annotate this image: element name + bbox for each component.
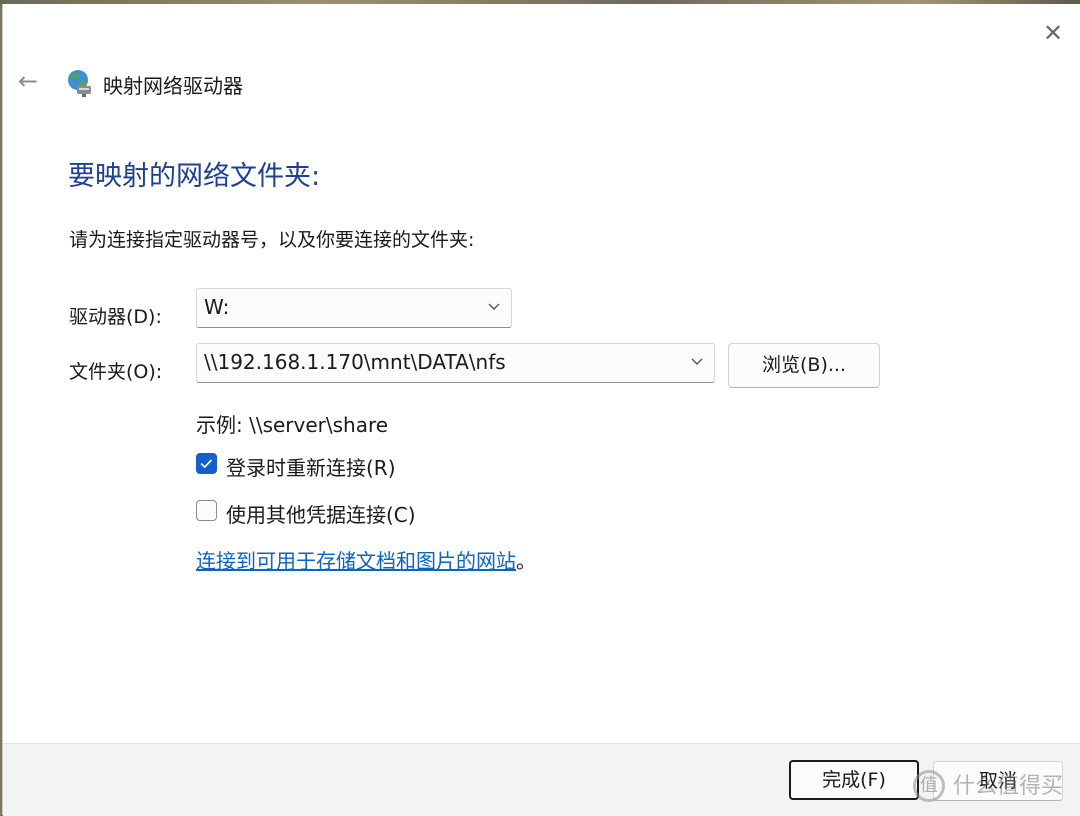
folder-label: 文件夹(O): <box>69 361 163 383</box>
checkmark-icon <box>200 459 213 469</box>
reconnect-label[interactable]: 登录时重新连接(R) <box>226 452 396 481</box>
storage-website-link[interactable]: 连接到可用于存储文档和图片的网站 <box>196 549 516 573</box>
map-network-drive-dialog: ✕ ← 映射网络驱动器 要映射的网络文件夹: 请为连接指定驱动器号，以及你要连接… <box>2 4 1080 816</box>
drive-label: 驱动器(D): <box>69 306 162 328</box>
example-hint: 示例: \\server\share <box>196 413 389 437</box>
link-suffix: 。 <box>516 549 536 573</box>
storage-website-link-row: 连接到可用于存储文档和图片的网站。 <box>196 545 536 574</box>
page-heading: 要映射的网络文件夹: <box>68 161 321 192</box>
finish-button[interactable]: 完成(F) <box>789 760 919 800</box>
browse-button[interactable]: 浏览(B)... <box>728 343 880 388</box>
watermark-text: 什么值得买 <box>953 774 1064 799</box>
reconnect-checkbox[interactable] <box>196 453 217 474</box>
window-title: 映射网络驱动器 <box>103 74 243 98</box>
folder-combobox[interactable]: \\192.168.1.170\mnt\DATA\nfs <box>196 343 715 383</box>
folder-input-value: \\192.168.1.170\mnt\DATA\nfs <box>204 350 506 374</box>
instruction-text: 请为连接指定驱动器号，以及你要连接的文件夹: <box>69 229 475 251</box>
network-drive-icon <box>68 70 91 97</box>
other-credentials-checkbox[interactable] <box>196 500 217 521</box>
other-credentials-label[interactable]: 使用其他凭据连接(C) <box>226 499 416 528</box>
chevron-down-icon <box>488 303 500 310</box>
drive-select[interactable]: W: <box>196 288 512 328</box>
back-arrow-icon[interactable]: ← <box>13 66 43 96</box>
watermark: 值 什么值得买 <box>913 766 1078 808</box>
close-icon[interactable]: ✕ <box>1038 18 1068 48</box>
drive-select-value: W: <box>204 295 230 319</box>
chevron-down-icon <box>691 358 703 365</box>
watermark-logo: 值 <box>913 770 945 802</box>
